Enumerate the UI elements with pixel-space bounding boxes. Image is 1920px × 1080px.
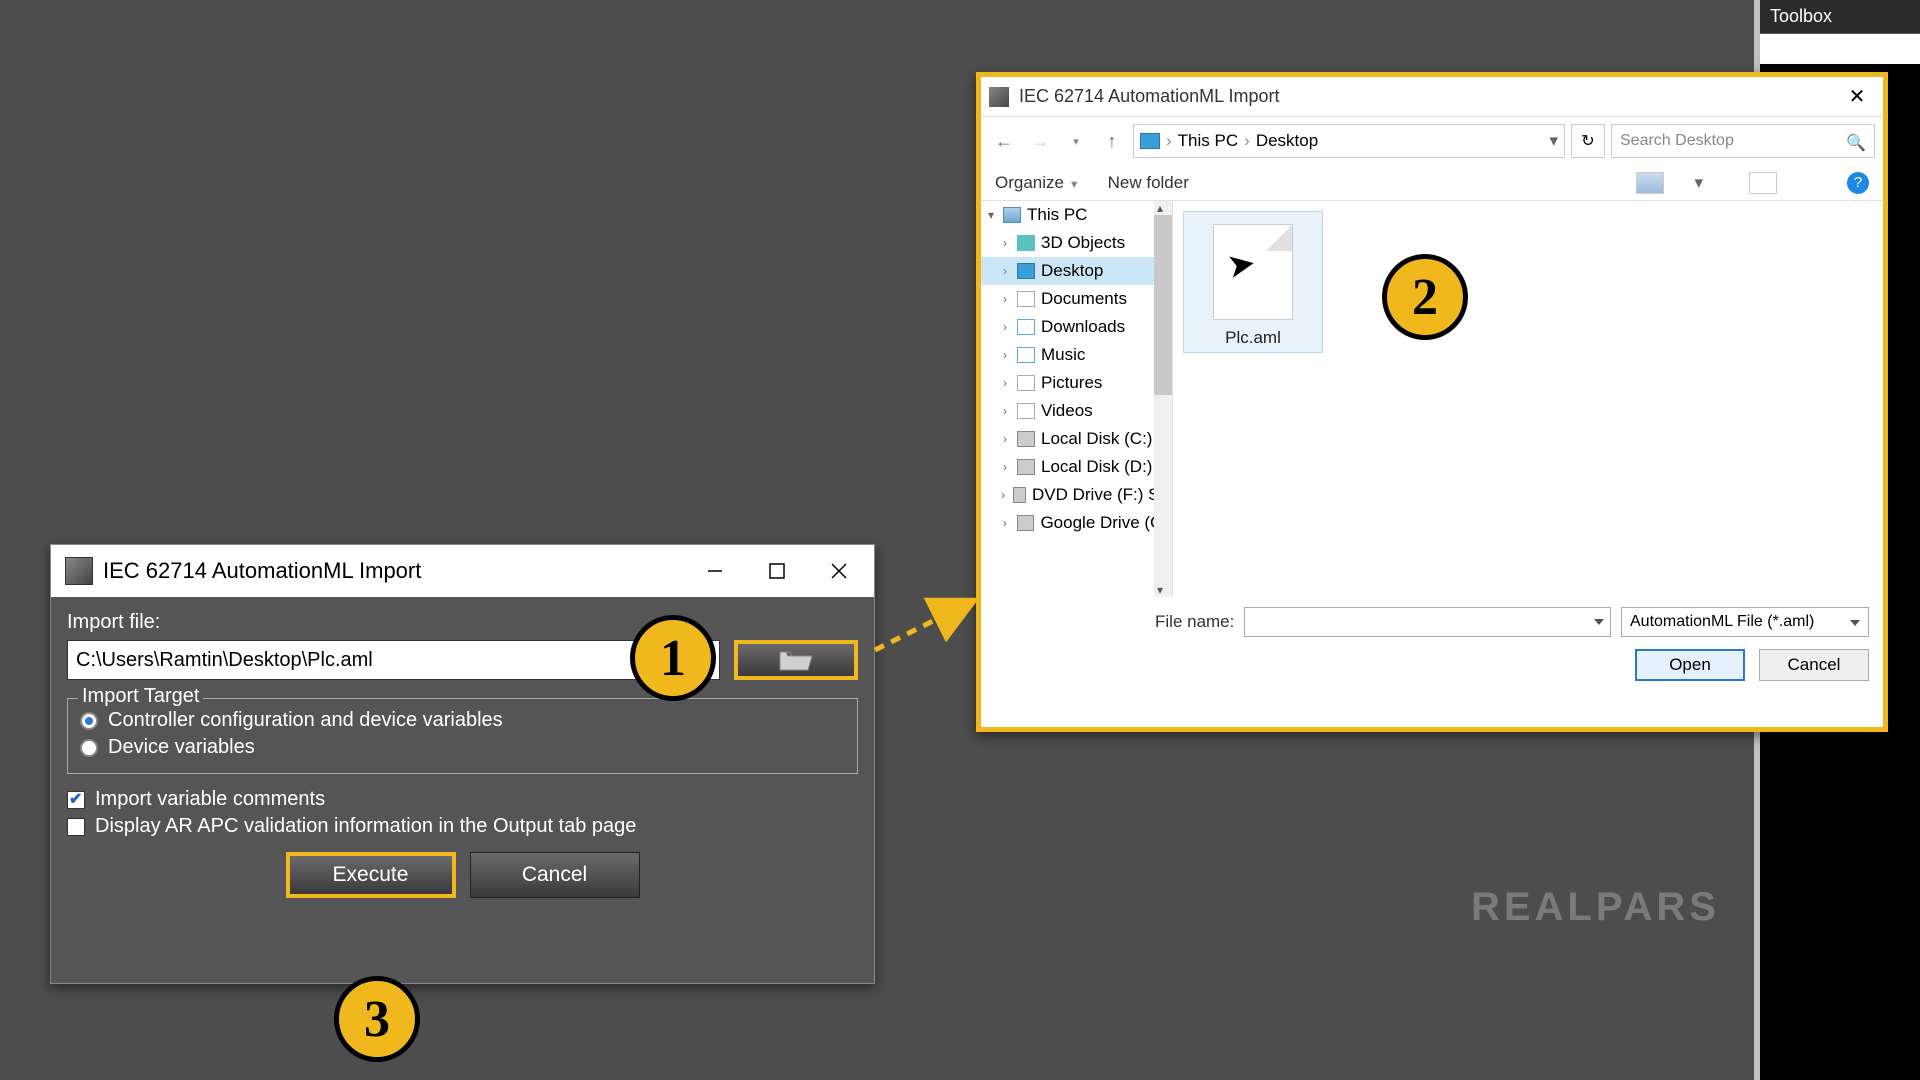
import-target-legend: Import Target bbox=[78, 685, 203, 708]
tree-desktop[interactable]: ›Desktop bbox=[981, 257, 1172, 285]
close-button[interactable] bbox=[808, 545, 870, 597]
new-folder-button[interactable]: New folder bbox=[1108, 173, 1189, 193]
folder-tree[interactable]: ▾This PC ›3D Objects ›Desktop ›Documents… bbox=[981, 201, 1173, 597]
tree-downloads[interactable]: ›Downloads bbox=[981, 313, 1172, 341]
search-box[interactable]: 🔍 bbox=[1611, 124, 1875, 158]
import-titlebar[interactable]: IEC 62714 AutomationML Import bbox=[51, 545, 874, 597]
radio-controller-config[interactable]: Controller configuration and device vari… bbox=[80, 709, 845, 732]
annotation-arrow bbox=[870, 590, 990, 660]
file-name: Plc.aml bbox=[1188, 328, 1318, 348]
import-file-label: Import file: bbox=[67, 611, 858, 634]
import-target-group: Import Target Controller configuration a… bbox=[67, 698, 858, 774]
breadcrumb[interactable]: › This PC › Desktop ▾ bbox=[1133, 124, 1565, 158]
crumb-desktop[interactable]: Desktop bbox=[1256, 131, 1318, 151]
tree-scrollbar[interactable] bbox=[1154, 201, 1172, 597]
tree-pictures[interactable]: ›Pictures bbox=[981, 369, 1172, 397]
file-open-dialog: IEC 62714 AutomationML Import ✕ ← → ▾ ↑ … bbox=[976, 72, 1888, 732]
crumb-this-pc[interactable]: This PC bbox=[1178, 131, 1238, 151]
radio-label: Controller configuration and device vari… bbox=[108, 709, 503, 732]
import-file-input[interactable] bbox=[67, 640, 720, 680]
radio-label: Device variables bbox=[108, 736, 255, 759]
tree-music[interactable]: ›Music bbox=[981, 341, 1172, 369]
cancel-button[interactable]: Cancel bbox=[1759, 649, 1869, 681]
radio-icon bbox=[80, 712, 98, 730]
import-dialog: IEC 62714 AutomationML Import Import fil… bbox=[50, 544, 875, 984]
tree-videos[interactable]: ›Videos bbox=[981, 397, 1172, 425]
radio-device-variables[interactable]: Device variables bbox=[80, 736, 845, 759]
cancel-button[interactable]: Cancel bbox=[470, 852, 640, 898]
checkbox-icon bbox=[67, 818, 85, 836]
open-button[interactable]: Open bbox=[1635, 649, 1745, 681]
help-icon[interactable]: ? bbox=[1847, 172, 1869, 194]
browse-button[interactable] bbox=[734, 640, 858, 680]
folder-open-icon bbox=[778, 646, 814, 674]
chevron-down-icon: ▼ bbox=[1069, 179, 1080, 191]
file-type-filter[interactable]: AutomationML File (*.aml) bbox=[1621, 607, 1869, 637]
app-icon bbox=[65, 557, 93, 585]
close-button[interactable]: ✕ bbox=[1839, 79, 1875, 115]
chevron-right-icon: › bbox=[1244, 131, 1250, 151]
tree-documents[interactable]: ›Documents bbox=[981, 285, 1172, 313]
execute-button[interactable]: Execute bbox=[286, 852, 456, 898]
minimize-button[interactable] bbox=[684, 545, 746, 597]
filename-input[interactable] bbox=[1244, 607, 1611, 637]
checkbox-icon bbox=[67, 791, 85, 809]
nav-up-button[interactable]: ↑ bbox=[1097, 126, 1127, 156]
tree-this-pc[interactable]: ▾This PC bbox=[981, 201, 1172, 229]
tree-disk-d[interactable]: ›Local Disk (D:) bbox=[981, 453, 1172, 481]
chevron-down-icon[interactable]: ▾ bbox=[1694, 173, 1703, 193]
file-dialog-titlebar[interactable]: IEC 62714 AutomationML Import ✕ bbox=[981, 77, 1883, 117]
nav-recent-button[interactable]: ▾ bbox=[1061, 126, 1091, 156]
search-input[interactable] bbox=[1612, 125, 1874, 157]
checkbox-display-validation[interactable]: Display AR APC validation information in… bbox=[67, 815, 858, 838]
chevron-down-icon[interactable]: ▾ bbox=[1549, 131, 1558, 151]
step-badge-3: 3 bbox=[334, 976, 420, 1062]
file-list[interactable]: Plc.aml ➤ bbox=[1173, 201, 1883, 597]
file-dialog-title: IEC 62714 AutomationML Import bbox=[1019, 86, 1839, 107]
radio-icon bbox=[80, 739, 98, 757]
pc-icon bbox=[1140, 133, 1160, 149]
scrollbar-thumb[interactable] bbox=[1154, 215, 1172, 395]
toolbox-body bbox=[1760, 34, 1920, 64]
tree-dvd-f[interactable]: ›DVD Drive (F:) Sy bbox=[981, 481, 1172, 509]
tree-disk-c[interactable]: ›Local Disk (C:) bbox=[981, 425, 1172, 453]
step-badge-2: 2 bbox=[1382, 254, 1468, 340]
checkbox-label: Import variable comments bbox=[95, 788, 325, 811]
import-dialog-title: IEC 62714 AutomationML Import bbox=[103, 558, 684, 584]
filename-label: File name: bbox=[1155, 612, 1234, 632]
tree-gdrive[interactable]: ›Google Drive (G: bbox=[981, 509, 1172, 537]
app-icon bbox=[989, 87, 1009, 107]
search-icon: 🔍 bbox=[1846, 133, 1866, 153]
file-dialog-footer: File name: AutomationML File (*.aml) Ope… bbox=[981, 597, 1883, 691]
refresh-button[interactable]: ↻ bbox=[1571, 124, 1605, 158]
nav-forward-button[interactable]: → bbox=[1025, 126, 1055, 156]
preview-pane-button[interactable] bbox=[1749, 172, 1777, 194]
watermark: REALPARS bbox=[1471, 885, 1720, 930]
toolbox-title: Toolbox bbox=[1760, 0, 1920, 34]
file-dialog-navbar: ← → ▾ ↑ › This PC › Desktop ▾ ↻ 🔍 bbox=[981, 117, 1883, 165]
view-mode-button[interactable] bbox=[1636, 172, 1664, 194]
checkbox-import-comments[interactable]: Import variable comments bbox=[67, 788, 858, 811]
chevron-right-icon: › bbox=[1166, 131, 1172, 151]
maximize-button[interactable] bbox=[746, 545, 808, 597]
tree-3d-objects[interactable]: ›3D Objects bbox=[981, 229, 1172, 257]
organize-menu[interactable]: Organize ▼ bbox=[995, 173, 1080, 193]
checkbox-label: Display AR APC validation information in… bbox=[95, 815, 636, 838]
nav-back-button[interactable]: ← bbox=[989, 126, 1019, 156]
step-badge-1: 1 bbox=[630, 615, 716, 701]
file-dialog-toolbar: Organize ▼ New folder ▾ ? bbox=[981, 165, 1883, 201]
